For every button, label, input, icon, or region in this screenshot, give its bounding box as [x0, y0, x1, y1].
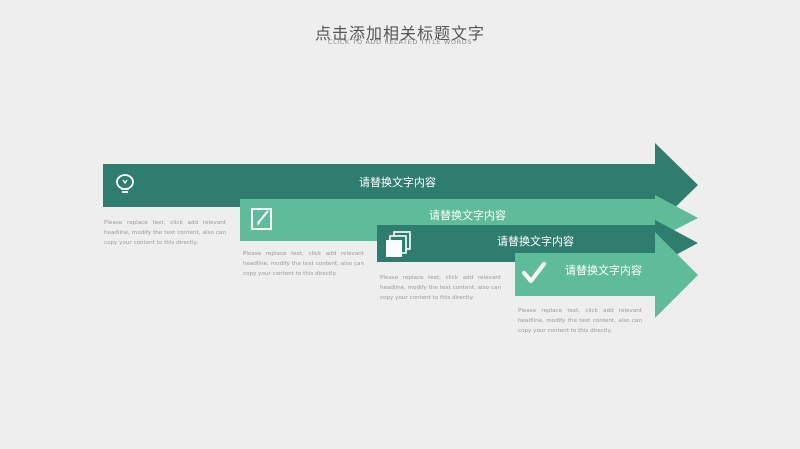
step-2-description: Please replace text, click add relevant …	[243, 251, 364, 277]
checkmark-icon	[522, 262, 546, 283]
step-4-description: Please replace text, click add relevant …	[518, 308, 642, 334]
step-1-label: 请替换文字内容	[359, 176, 436, 189]
step-3-label: 请替换文字内容	[497, 235, 574, 248]
step-1-description: Please replace text, click add relevant …	[104, 220, 226, 246]
step-2-label: 请替换文字内容	[429, 209, 506, 222]
edit-note-icon	[251, 208, 272, 230]
lightbulb-icon	[116, 174, 134, 193]
stacked-pages-icon	[386, 231, 411, 257]
step-4-label: 请替换文字内容	[565, 264, 642, 277]
step-3-description: Please replace text, click add relevant …	[380, 275, 501, 301]
